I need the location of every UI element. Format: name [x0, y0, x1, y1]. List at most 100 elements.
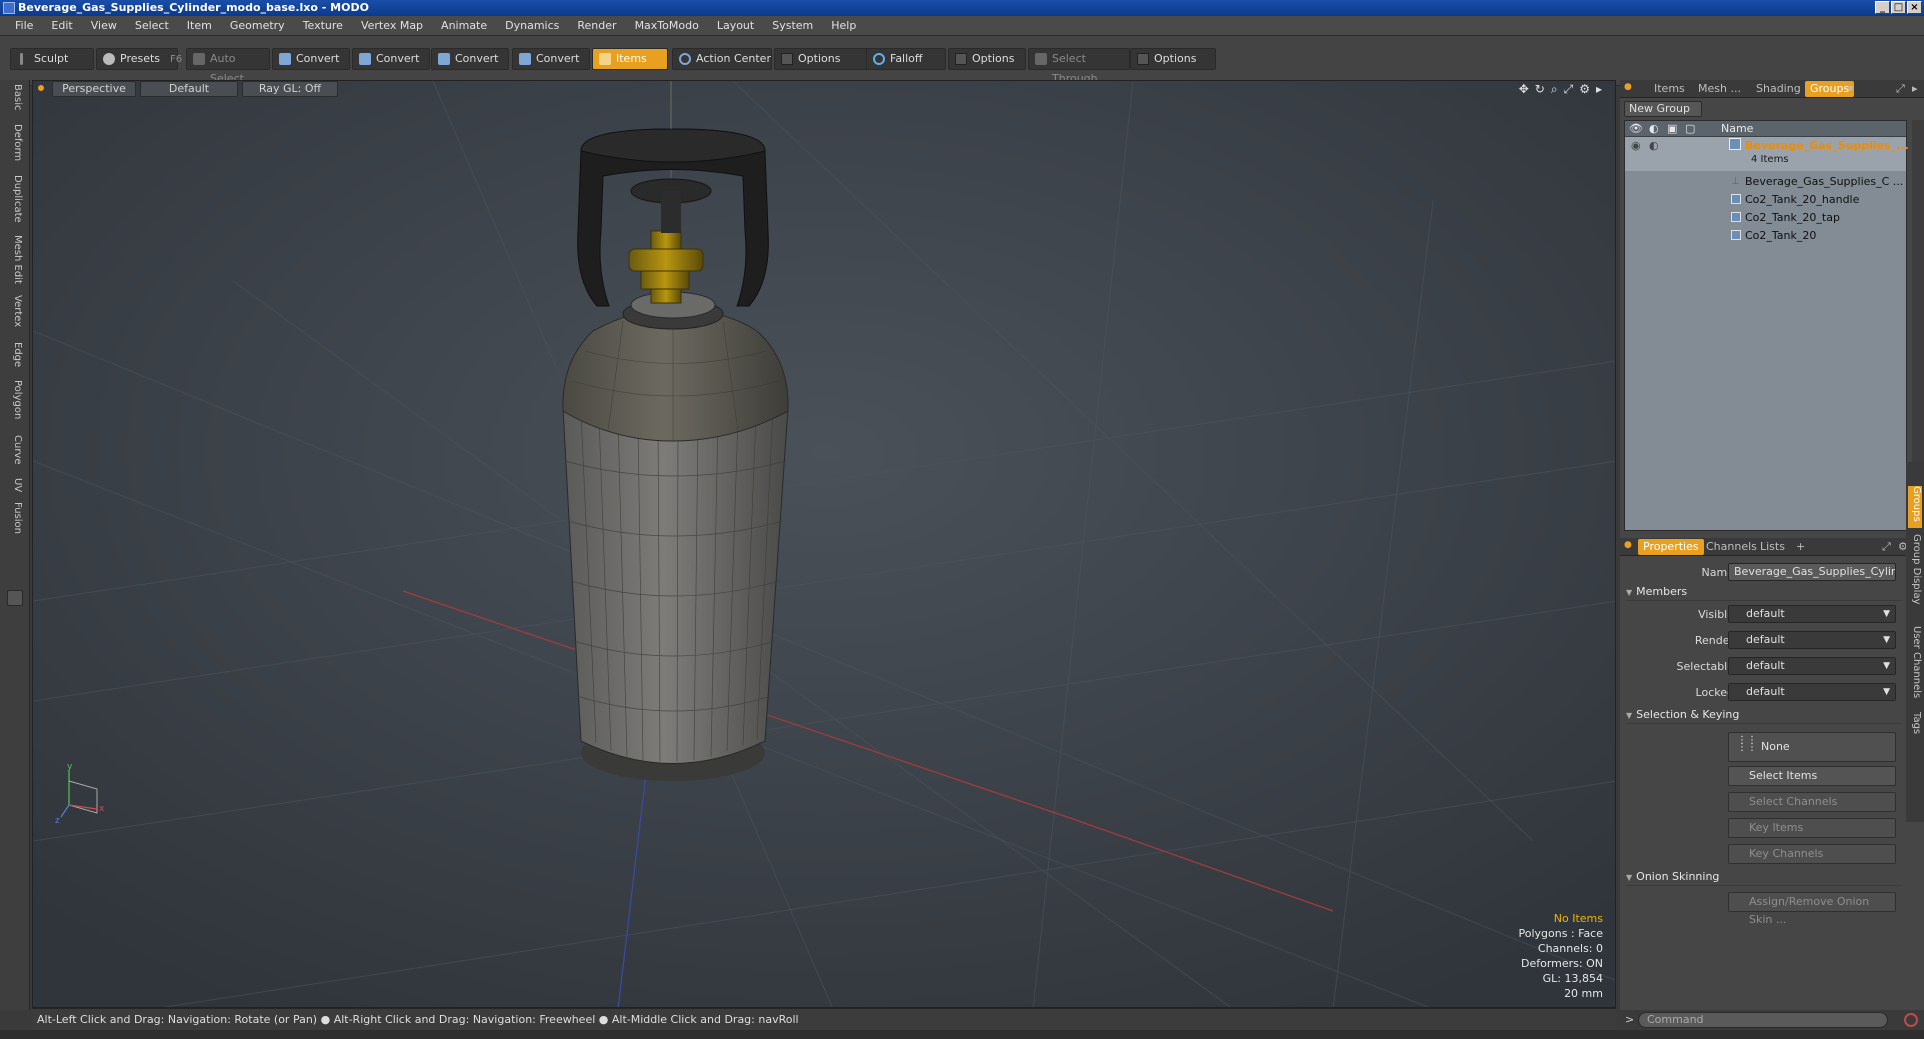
selection-keying-section[interactable]: ▼ Selection & Keying: [1626, 708, 1902, 724]
menu-select[interactable]: Select: [126, 19, 178, 32]
tab-uv[interactable]: UV: [7, 478, 23, 492]
tab-mesh-edit[interactable]: Mesh Edit: [7, 235, 23, 284]
viewport-settings-icon[interactable]: ⚙: [1579, 82, 1590, 97]
presets-button[interactable]: Presets F6: [96, 48, 182, 70]
menu-render[interactable]: Render: [568, 19, 625, 32]
tab-fusion[interactable]: Fusion: [7, 502, 23, 534]
vtab-tags[interactable]: Tags: [1908, 712, 1922, 734]
vtab-groups[interactable]: Groups: [1908, 486, 1922, 528]
key-items-button[interactable]: Key Items: [1728, 818, 1896, 838]
sculpt-button[interactable]: Sculpt: [10, 48, 94, 70]
select-channels-button[interactable]: Select Channels: [1728, 792, 1896, 812]
render-column-icon[interactable]: ◐: [1649, 122, 1659, 135]
select-column-icon[interactable]: ▢: [1685, 122, 1695, 135]
new-group-button[interactable]: New Group: [1624, 101, 1702, 117]
locked-dropdown[interactable]: default ▼: [1728, 683, 1896, 701]
menu-help[interactable]: Help: [822, 19, 865, 32]
tab-mesh[interactable]: Mesh ...: [1698, 82, 1741, 95]
render-dropdown[interactable]: default ▼: [1728, 631, 1896, 649]
select-through-options-button[interactable]: Options: [1130, 48, 1216, 70]
tab-duplicate[interactable]: Duplicate: [7, 175, 23, 223]
vtab-group-display[interactable]: Group Display: [1908, 534, 1922, 604]
selectable-dropdown[interactable]: default ▼: [1728, 657, 1896, 675]
zoom-icon[interactable]: ⌕: [1551, 82, 1558, 97]
name-column-header[interactable]: Name: [1721, 122, 1753, 135]
expand-toggle-button[interactable]: [7, 590, 23, 606]
group-name-field[interactable]: Beverage_Gas_Supplies_Cylinde: [1728, 563, 1896, 581]
menu-animate[interactable]: Animate: [432, 19, 496, 32]
action-center-button[interactable]: Action Center: [672, 48, 772, 70]
select-items-button[interactable]: Select Items: [1728, 766, 1896, 786]
action-center-options-button[interactable]: Options: [774, 48, 868, 70]
tab-deform[interactable]: Deform: [7, 124, 23, 161]
visibility-eye-icon[interactable]: ◉: [1631, 137, 1641, 155]
menu-view[interactable]: View: [82, 19, 126, 32]
maximize-viewport-icon[interactable]: ⤢: [1564, 82, 1574, 97]
items-mode-button[interactable]: Items: [592, 48, 668, 70]
tree-item-row[interactable]: ⊥ Beverage_Gas_Supplies_C ...: [1625, 173, 1906, 191]
assign-onion-skin-button[interactable]: Assign/Remove Onion Skin ...: [1728, 892, 1896, 926]
tab-shading[interactable]: Shading: [1756, 82, 1801, 95]
menu-texture[interactable]: Texture: [294, 19, 352, 32]
options-checkbox[interactable]: [955, 53, 967, 65]
rotate-icon[interactable]: ↻: [1535, 82, 1545, 97]
select-through-button[interactable]: Select Through: [1028, 48, 1130, 85]
visible-dropdown[interactable]: default ▼: [1728, 605, 1896, 623]
command-input[interactable]: Command: [1638, 1012, 1888, 1028]
visibility-eye-icon[interactable]: 👁: [1629, 122, 1643, 135]
hud-scale: 20 mm: [1564, 987, 1603, 1000]
menu-file[interactable]: File: [6, 19, 42, 32]
menu-layout[interactable]: Layout: [708, 19, 763, 32]
lock-column-icon[interactable]: ▣: [1667, 122, 1677, 135]
vtab-user-channels[interactable]: User Channels: [1908, 626, 1922, 698]
panel-menu-dot[interactable]: ●: [1624, 82, 1632, 92]
3d-viewport[interactable]: y x z No Items Polygons : Face Channels:…: [32, 80, 1616, 1008]
chevron-down-icon: ▼: [1883, 635, 1890, 645]
auto-select-button[interactable]: Auto Select: [186, 48, 270, 85]
tab-curve[interactable]: Curve: [7, 435, 23, 465]
tree-item-row[interactable]: Co2_Tank_20: [1625, 227, 1906, 245]
menu-system[interactable]: System: [763, 19, 822, 32]
convert-button-2[interactable]: Convert: [352, 48, 430, 70]
tree-item-row[interactable]: Co2_Tank_20_tap: [1625, 209, 1906, 227]
viewport-expand-arrow-icon[interactable]: ▸: [1596, 82, 1602, 97]
tab-vertex[interactable]: Vertex: [7, 295, 23, 327]
options-checkbox[interactable]: [781, 53, 793, 65]
viewport-menu-dot[interactable]: [38, 85, 44, 91]
convert-button-4[interactable]: Convert: [512, 48, 590, 70]
shading-dropdown[interactable]: Default: [140, 81, 238, 97]
tab-items[interactable]: Items: [1654, 82, 1685, 95]
tab-polygon[interactable]: Polygon: [7, 380, 23, 419]
close-button[interactable]: ×: [1907, 1, 1922, 14]
menu-vertex-map[interactable]: Vertex Map: [352, 19, 432, 32]
convert-button-1[interactable]: Convert: [272, 48, 350, 70]
group-row-selected[interactable]: ◉ ◐ Beverage_Gas_Supplies_... 4 Items: [1625, 137, 1909, 171]
menu-dynamics[interactable]: Dynamics: [496, 19, 568, 32]
tab-basic[interactable]: Basic: [7, 84, 23, 110]
tab-edge[interactable]: Edge: [7, 342, 23, 367]
tabs-dropdown-icon[interactable]: ▾: [1848, 82, 1854, 95]
keying-none-button[interactable]: ⋮⋮ ⋮⋮ None: [1728, 732, 1896, 762]
onion-skinning-section[interactable]: ▼ Onion Skinning: [1626, 870, 1902, 886]
key-channels-button[interactable]: Key Channels: [1728, 844, 1896, 864]
render-toggle-icon[interactable]: ◐: [1649, 137, 1659, 155]
record-macro-icon[interactable]: [1904, 1013, 1918, 1027]
tree-item-row[interactable]: Co2_Tank_20_handle: [1625, 191, 1906, 209]
options-checkbox[interactable]: [1137, 53, 1149, 65]
panel-expand-arrow-icon[interactable]: ▸: [1912, 82, 1918, 95]
menu-maxtomodo[interactable]: MaxToModo: [626, 19, 708, 32]
menu-geometry[interactable]: Geometry: [221, 19, 294, 32]
falloff-button[interactable]: Falloff: [866, 48, 946, 70]
pan-icon[interactable]: ✥: [1519, 82, 1529, 97]
menu-item[interactable]: Item: [178, 19, 221, 32]
members-section[interactable]: ▼ Members: [1626, 585, 1902, 601]
view-type-dropdown[interactable]: Perspective: [52, 81, 136, 97]
maximize-button[interactable]: □: [1891, 1, 1906, 14]
convert-button-3[interactable]: Convert: [431, 48, 509, 70]
raygl-dropdown[interactable]: Ray GL: Off: [242, 81, 338, 97]
menu-edit[interactable]: Edit: [42, 19, 81, 32]
minimize-button[interactable]: _: [1875, 1, 1890, 14]
falloff-options-button[interactable]: Options: [948, 48, 1026, 70]
tab-groups[interactable]: Groups: [1805, 81, 1855, 97]
panel-maximize-icon[interactable]: ⤢: [1896, 82, 1905, 96]
